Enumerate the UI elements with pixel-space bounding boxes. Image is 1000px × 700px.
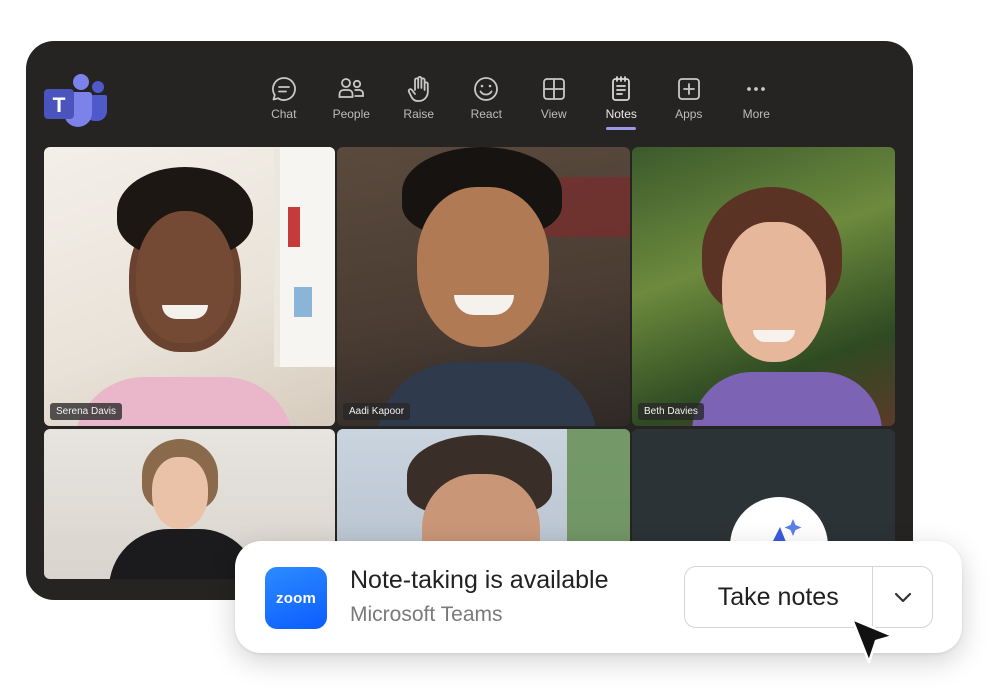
toolbar-notes[interactable]: Notes <box>588 74 656 134</box>
more-dots-icon <box>747 87 766 91</box>
participant-smile <box>753 330 795 342</box>
people-icon <box>338 78 365 98</box>
toolbar-label: Raise <box>403 107 435 121</box>
chevron-down-icon <box>894 592 911 603</box>
toolbar-people[interactable]: People <box>318 74 386 134</box>
notes-icon <box>612 76 631 101</box>
toolbar-raise[interactable]: Raise <box>385 74 453 134</box>
take-notes-button[interactable]: Take notes <box>685 567 872 627</box>
toolbar-label: People <box>332 107 370 121</box>
raise-hand-icon <box>407 76 429 102</box>
video-tile[interactable]: Beth Davies <box>632 147 895 426</box>
notification-title: Note-taking is available <box>350 566 609 594</box>
background-shelf <box>274 147 335 367</box>
toolbar-label: View <box>540 107 567 121</box>
teams-logo-icon: T <box>44 74 107 127</box>
video-tile[interactable]: Aadi Kapoor <box>337 147 630 426</box>
grid-view-icon <box>542 78 565 100</box>
participant-face <box>152 457 208 529</box>
svg-text:T: T <box>53 94 66 117</box>
toolbar-label: More <box>742 107 770 121</box>
plus-square-icon <box>677 78 700 100</box>
toolbar-apps[interactable]: Apps <box>655 74 723 134</box>
notification-subtitle: Microsoft Teams <box>350 603 503 626</box>
stage: T Chat People Raise React View Notes App… <box>0 0 1000 700</box>
toolbar-view[interactable]: View <box>520 74 588 134</box>
zoom-logo-text: zoom <box>276 589 316 607</box>
toolbar-label: Apps <box>675 107 703 121</box>
chat-icon <box>271 77 296 101</box>
participant-smile <box>162 305 208 319</box>
participant-name-tag: Serena Davis <box>50 403 123 420</box>
zoom-app-logo: zoom <box>265 567 327 629</box>
background-object <box>294 287 312 317</box>
participant-face <box>417 187 549 347</box>
participant-name-tag: Beth Davies <box>638 403 704 420</box>
toolbar-label: Chat <box>271 107 297 121</box>
background-object <box>288 207 300 247</box>
toolbar-chat[interactable]: Chat <box>250 74 318 134</box>
toolbar-react[interactable]: React <box>453 74 521 134</box>
smiley-icon <box>474 77 499 101</box>
mouse-cursor-icon <box>850 617 895 664</box>
active-tab-indicator <box>606 127 637 130</box>
participant-figure <box>692 372 882 426</box>
toolbar-label: React <box>470 107 502 121</box>
participant-name-tag: Aadi Kapoor <box>343 403 411 420</box>
toolbar-label: Notes <box>605 107 637 121</box>
participant-face <box>136 211 234 343</box>
video-tile[interactable]: Serena Davis <box>44 147 335 426</box>
toolbar-more[interactable]: More <box>723 74 791 134</box>
meeting-toolbar: Chat People Raise React View Notes Apps … <box>250 74 790 134</box>
